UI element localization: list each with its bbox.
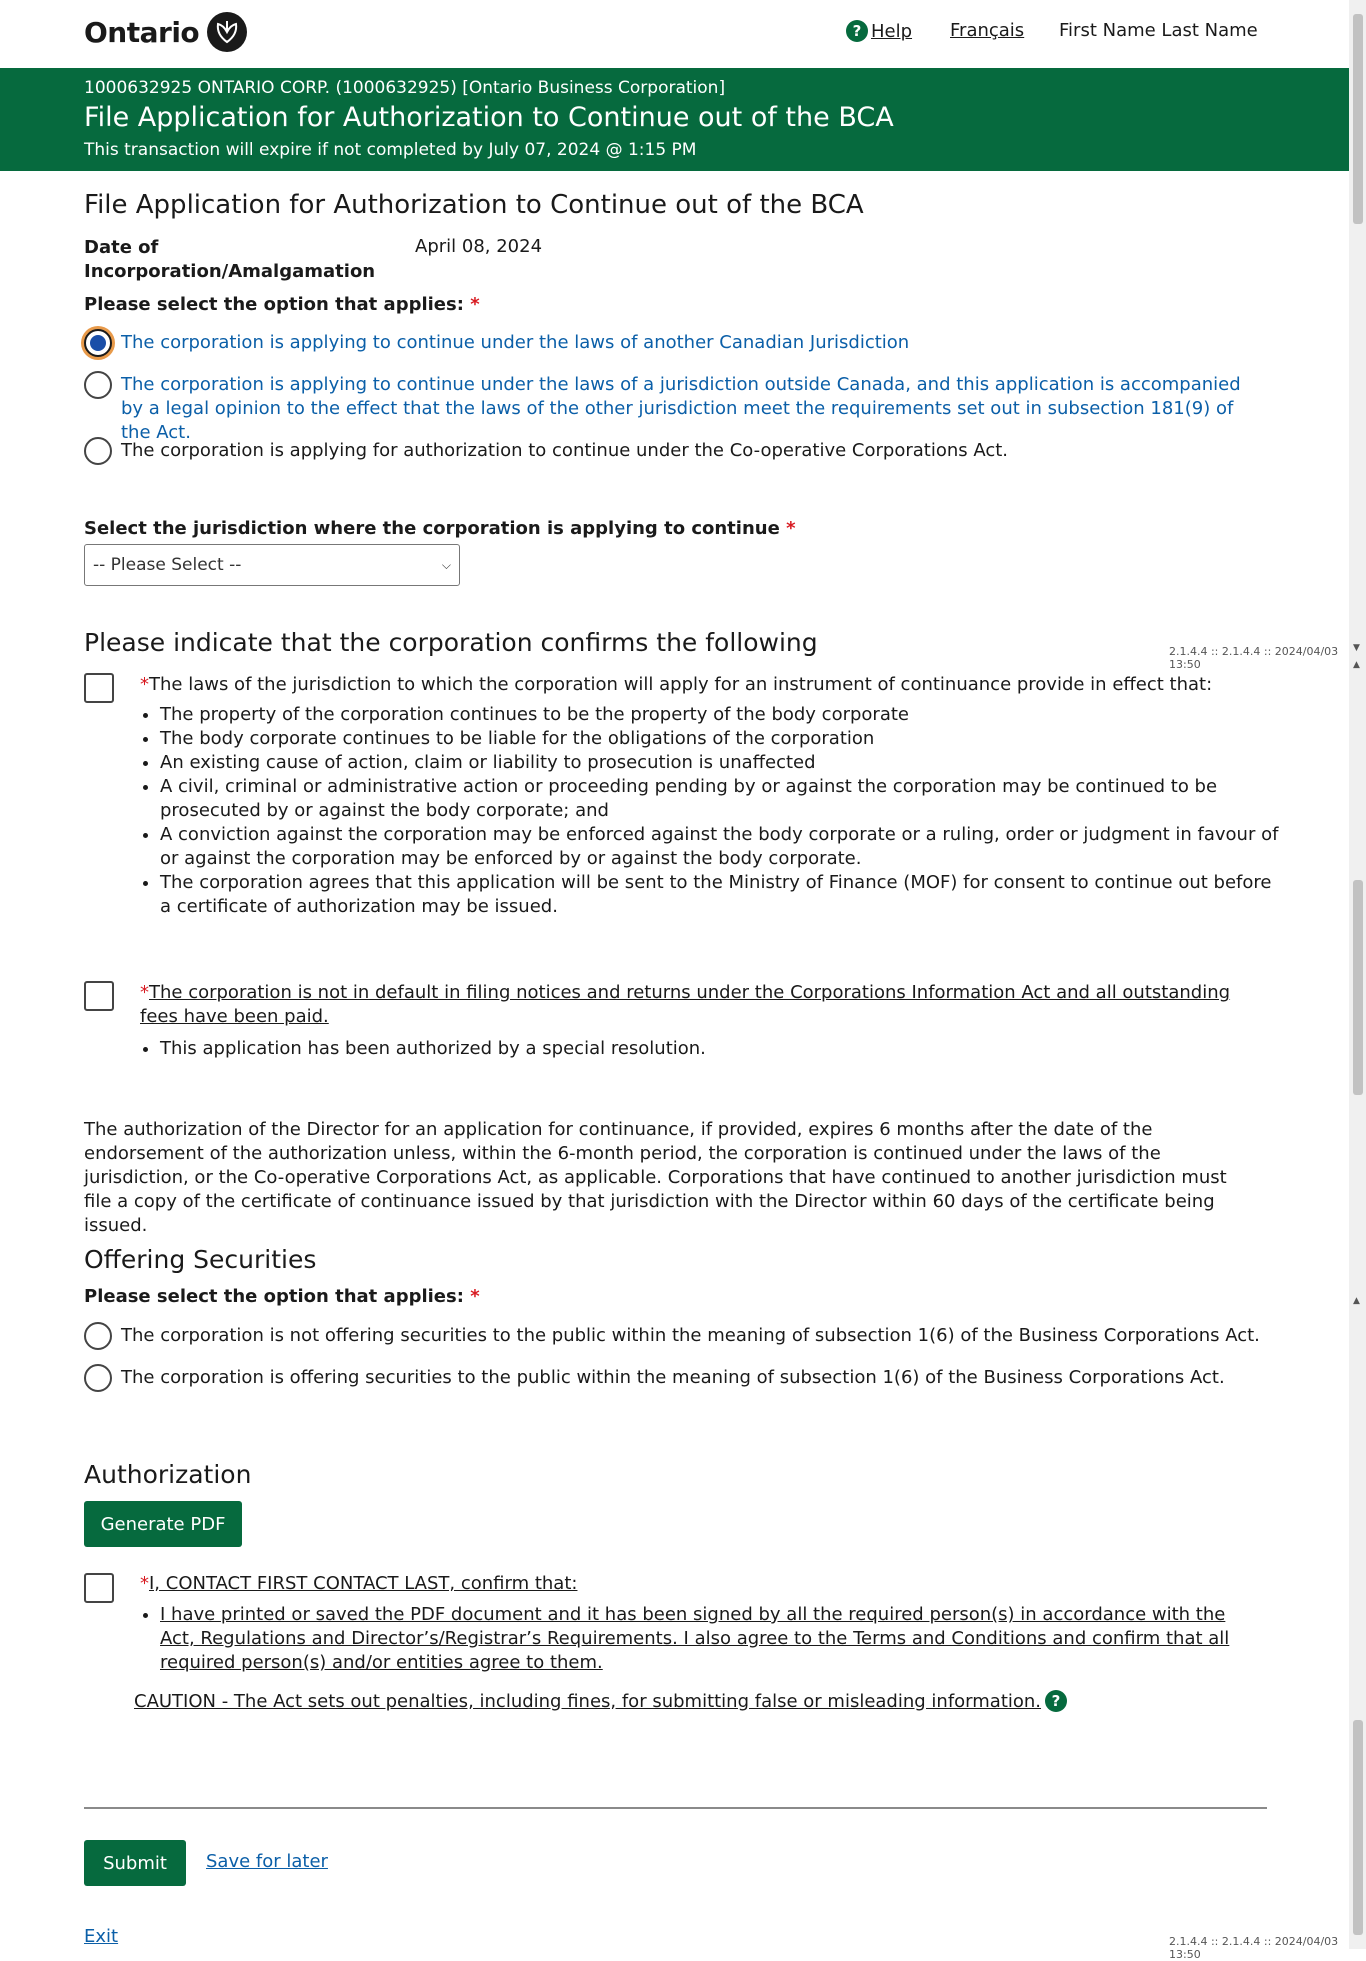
confirm-laws-text: *The laws of the jurisdiction to which t… bbox=[140, 673, 1260, 697]
language-toggle[interactable]: Français bbox=[950, 20, 1024, 41]
save-for-later-link[interactable]: Save for later bbox=[206, 1851, 328, 1872]
jurisdiction-selected-value: -- Please Select -- bbox=[93, 555, 242, 575]
authorization-list: I have printed or saved the PDF document… bbox=[136, 1603, 1240, 1675]
generate-pdf-button[interactable]: Generate PDF bbox=[84, 1501, 242, 1547]
authorization-heading: Authorization bbox=[84, 1460, 252, 1489]
confirm-filings-list: This application has been authorized by … bbox=[136, 1037, 1280, 1061]
securities-heading: Offering Securities bbox=[84, 1245, 317, 1274]
confirm-heading: Please indicate that the corporation con… bbox=[84, 628, 818, 657]
version-label: 2.1.4.4 :: 2.1.4.4 :: 2024/04/03 13:50 bbox=[1169, 645, 1339, 671]
option-cooperative[interactable]: The corporation is applying for authoriz… bbox=[84, 437, 1008, 465]
required-mark: * bbox=[470, 294, 480, 315]
option-outside-canada[interactable]: The corporation is applying to continue … bbox=[84, 371, 1264, 445]
version-label: 2.1.4.4 :: 2.1.4.4 :: 2024/04/03 13:50 bbox=[1169, 1935, 1339, 1961]
option-not-offering-securities[interactable]: The corporation is not offering securiti… bbox=[84, 1322, 1260, 1350]
list-item: I have printed or saved the PDF document… bbox=[160, 1603, 1240, 1675]
option-offering-securities[interactable]: The corporation is offering securities t… bbox=[84, 1364, 1225, 1392]
help-link[interactable]: ? Help bbox=[846, 20, 912, 42]
option-prompt: Please select the option that applies: * bbox=[84, 294, 480, 315]
authorization-confirm-checkbox[interactable] bbox=[84, 1573, 114, 1603]
chevron-down-icon: ⌵ bbox=[441, 557, 451, 572]
list-item: A conviction against the corporation may… bbox=[160, 823, 1280, 871]
submit-button[interactable]: Submit bbox=[84, 1840, 186, 1886]
confirm-filings-text: *The corporation is not in default in fi… bbox=[140, 981, 1250, 1029]
scrollbar-thumb[interactable] bbox=[1353, 880, 1363, 1095]
date-value: April 08, 2024 bbox=[415, 236, 543, 257]
confirm-filings-label: The corporation is not in default in fil… bbox=[140, 982, 1231, 1027]
trillium-icon bbox=[207, 12, 248, 52]
top-bar: Ontario ? Help Français First Name Last … bbox=[0, 0, 1349, 68]
securities-prompt-text: Please select the option that applies: bbox=[84, 1286, 464, 1307]
list-item: The corporation agrees that this applica… bbox=[160, 871, 1280, 919]
jurisdiction-label: Select the jurisdiction where the corpor… bbox=[84, 518, 796, 539]
ontario-logo[interactable]: Ontario bbox=[84, 12, 248, 52]
scrollbar-thumb[interactable] bbox=[1353, 1720, 1363, 1935]
caution-text: CAUTION - The Act sets out penalties, in… bbox=[134, 1690, 1042, 1712]
help-label[interactable]: Help bbox=[871, 21, 912, 42]
option-label: The corporation is offering securities t… bbox=[121, 1367, 1225, 1388]
required-mark: * bbox=[786, 518, 796, 539]
radio-button[interactable] bbox=[84, 437, 112, 465]
option-prompt-text: Please select the option that applies: bbox=[84, 294, 464, 315]
option-label: The corporation is not offering securiti… bbox=[121, 1325, 1260, 1346]
required-mark: * bbox=[470, 1286, 480, 1307]
list-item: This application has been authorized by … bbox=[160, 1037, 1280, 1061]
option-label: The corporation is applying to continue … bbox=[121, 374, 1241, 443]
option-label: The corporation is applying for authoriz… bbox=[121, 440, 1009, 461]
date-label-line1: Date of bbox=[84, 237, 159, 258]
required-mark: * bbox=[140, 982, 149, 1003]
radio-button[interactable] bbox=[84, 1322, 112, 1350]
date-label: Date of Incorporation/Amalgamation bbox=[84, 236, 375, 284]
confirm-filings-checkbox[interactable] bbox=[84, 981, 114, 1011]
caution-notice: CAUTION - The Act sets out penalties, in… bbox=[134, 1690, 1070, 1712]
radio-button[interactable] bbox=[84, 371, 112, 399]
securities-prompt: Please select the option that applies: * bbox=[84, 1286, 480, 1307]
form-heading: File Application for Authorization to Co… bbox=[84, 190, 864, 220]
divider bbox=[84, 1807, 1267, 1809]
question-icon: ? bbox=[846, 20, 868, 42]
page-banner: 1000632925 ONTARIO CORP. (1000632925) [O… bbox=[0, 68, 1349, 171]
corporation-name: 1000632925 ONTARIO CORP. (1000632925) [O… bbox=[84, 78, 726, 98]
question-icon[interactable]: ? bbox=[1045, 1690, 1068, 1712]
banner-title: File Application for Authorization to Co… bbox=[84, 102, 894, 133]
user-name: First Name Last Name bbox=[1059, 20, 1258, 41]
scroll-up-arrow-icon[interactable]: ▲ bbox=[1353, 660, 1360, 670]
option-canadian-jurisdiction[interactable]: The corporation is applying to continue … bbox=[84, 329, 909, 357]
list-item: A civil, criminal or administrative acti… bbox=[160, 775, 1280, 823]
required-mark: * bbox=[140, 1573, 149, 1594]
logo-text: Ontario bbox=[84, 15, 200, 49]
confirm-laws-checkbox[interactable] bbox=[84, 673, 114, 703]
exit-link[interactable]: Exit bbox=[84, 1926, 118, 1947]
scroll-down-arrow-icon[interactable]: ▼ bbox=[1353, 643, 1360, 653]
jurisdiction-select[interactable]: -- Please Select -- ⌵ bbox=[84, 544, 460, 586]
authorization-confirm-label: I, CONTACT FIRST CONTACT LAST, confirm t… bbox=[149, 1573, 578, 1594]
expiry-notice: This transaction will expire if not comp… bbox=[84, 140, 697, 160]
jurisdiction-label-text: Select the jurisdiction where the corpor… bbox=[84, 518, 780, 539]
required-mark: * bbox=[140, 674, 149, 695]
confirm-laws-label: The laws of the jurisdiction to which th… bbox=[149, 674, 1213, 695]
radio-button-selected[interactable] bbox=[84, 329, 112, 357]
scroll-up-arrow-icon[interactable]: ▲ bbox=[1353, 1296, 1360, 1306]
list-item: An existing cause of action, claim or li… bbox=[160, 751, 1280, 775]
list-item: The property of the corporation continue… bbox=[160, 703, 1280, 727]
date-label-line2: Incorporation/Amalgamation bbox=[84, 261, 376, 282]
confirm-laws-list: The property of the corporation continue… bbox=[136, 703, 1280, 919]
radio-button[interactable] bbox=[84, 1364, 112, 1392]
authorization-expiry-paragraph: The authorization of the Director for an… bbox=[84, 1119, 1227, 1236]
authorization-confirm-text: *I, CONTACT FIRST CONTACT LAST, confirm … bbox=[140, 1572, 577, 1596]
option-label: The corporation is applying to continue … bbox=[121, 332, 910, 353]
list-item: The body corporate continues to be liabl… bbox=[160, 727, 1280, 751]
scrollbar-thumb[interactable] bbox=[1353, 14, 1363, 224]
